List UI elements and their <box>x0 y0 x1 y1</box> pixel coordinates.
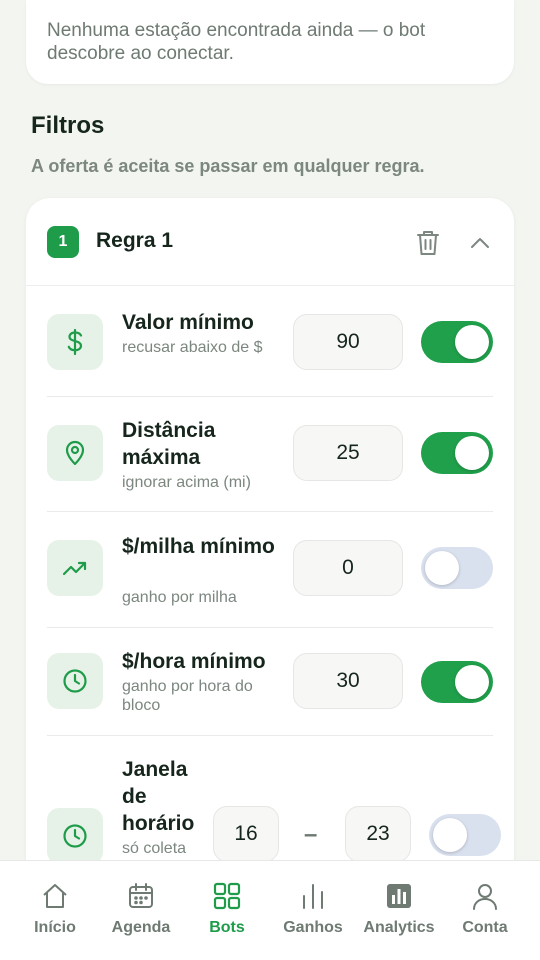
clock-icon <box>47 808 103 864</box>
nav-label: Ganhos <box>283 919 343 936</box>
analytics-icon <box>384 881 414 911</box>
rule-number-badge: 1 <box>47 226 79 258</box>
nav-label: Bots <box>209 919 245 936</box>
time-window-from-input[interactable]: 16 <box>213 806 279 862</box>
rule-row-max-distance: Distância máxima ignorar acima (mi) 25 <box>26 397 514 511</box>
no-stations-text: Nenhuma estação encontrada ainda — o bot… <box>47 20 426 64</box>
dollar-icon <box>47 314 103 370</box>
map-pin-icon <box>47 425 103 481</box>
chevron-up-icon[interactable] <box>468 232 492 254</box>
time-window-to-input[interactable]: 23 <box>345 806 411 862</box>
clock-icon <box>47 653 103 709</box>
rule-header[interactable]: 1 Regra 1 <box>26 198 514 286</box>
rule-row-min-per-hour: $/hora mínimo ganho por hora do bloco 30 <box>26 628 514 735</box>
user-icon <box>470 881 500 911</box>
max-distance-toggle[interactable] <box>421 432 493 474</box>
nav-item-inicio[interactable]: Início <box>12 861 98 960</box>
row-subtitle: só coleta <box>122 840 187 857</box>
nav-item-agenda[interactable]: Agenda <box>98 861 184 960</box>
min-value-input[interactable]: 90 <box>293 314 403 370</box>
min-per-mile-input[interactable]: 0 <box>293 540 403 596</box>
row-title: Distância máxima <box>122 419 216 469</box>
trash-icon[interactable] <box>415 229 441 257</box>
row-title: Valor mínimo <box>122 311 254 334</box>
rule-row-min-per-mile: $/milha mínimo ganho por milha 0 <box>26 512 514 627</box>
min-per-mile-toggle[interactable] <box>421 547 493 589</box>
grid-icon <box>212 881 242 911</box>
time-window-toggle[interactable] <box>429 814 501 856</box>
row-title: $/hora mínimo <box>122 650 266 673</box>
max-distance-input[interactable]: 25 <box>293 425 403 481</box>
min-per-hour-input[interactable]: 30 <box>293 653 403 709</box>
row-title: $/milha mínimo <box>122 535 275 558</box>
filters-subtitle: A oferta é aceita se passar em qualquer … <box>31 156 425 176</box>
min-value-toggle[interactable] <box>421 321 493 363</box>
nav-item-ganhos[interactable]: Ganhos <box>270 861 356 960</box>
row-subtitle: recusar abaixo de $ <box>122 339 263 356</box>
rule-row-min-value: Valor mínimo recusar abaixo de $ 90 <box>26 286 514 397</box>
rule-card: 1 Regra 1 Valor mínimo recusar abaixo de… <box>26 198 514 938</box>
row-subtitle: ganho por milha <box>122 589 237 606</box>
trending-up-icon <box>47 540 103 596</box>
nav-item-conta[interactable]: Conta <box>442 861 528 960</box>
nav-item-analytics[interactable]: Analytics <box>356 861 442 960</box>
nav-label: Analytics <box>363 919 435 936</box>
row-subtitle: ganho por hora do bloco <box>122 678 253 714</box>
bottom-nav: Início Agenda Bots Ganhos Analytics Cont… <box>0 860 540 960</box>
home-icon <box>40 881 70 911</box>
row-title: Janela de horário <box>122 758 195 835</box>
nav-item-bots[interactable]: Bots <box>184 861 270 960</box>
row-subtitle: ignorar acima (mi) <box>122 474 251 491</box>
bar-chart-icon <box>298 881 328 911</box>
time-window-separator: – <box>304 821 318 848</box>
min-per-hour-toggle[interactable] <box>421 661 493 703</box>
rule-title: Regra 1 <box>96 229 174 252</box>
calendar-icon <box>126 881 156 911</box>
filters-title: Filtros <box>31 112 105 139</box>
no-stations-notice: Nenhuma estação encontrada ainda — o bot… <box>26 0 514 84</box>
nav-label: Início <box>34 919 76 936</box>
nav-label: Conta <box>462 919 508 936</box>
nav-label: Agenda <box>111 919 171 936</box>
